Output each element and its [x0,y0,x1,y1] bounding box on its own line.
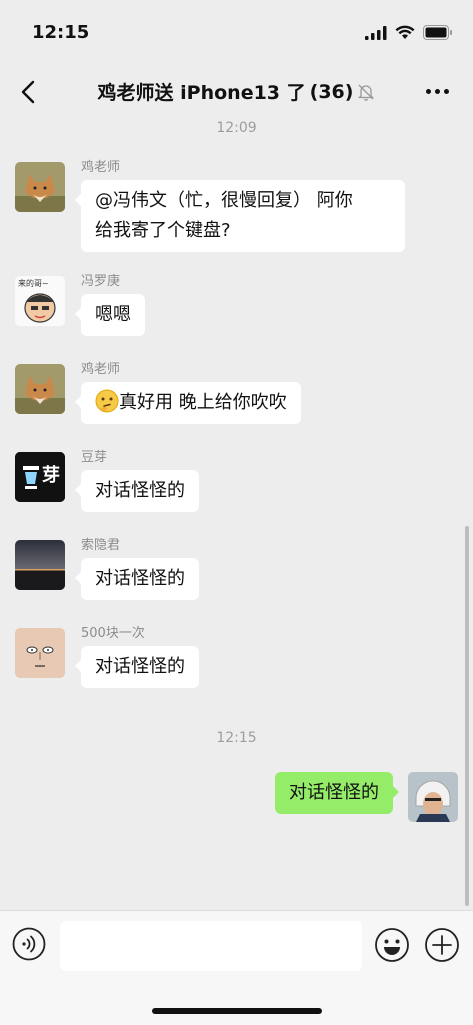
status-time: 12:15 [32,22,90,43]
avatar-douya[interactable]: 芽 [15,452,65,502]
avatar-cartoon[interactable]: 来的哥~ [15,276,65,326]
message-bubble[interactable]: @冯伟文（忙，很慢回复） 阿你 给我寄了个键盘? [75,180,405,252]
voice-icon [12,927,46,961]
back-button[interactable] [12,76,44,108]
wifi-icon [395,25,415,39]
sender-name: 豆芽 [81,450,108,465]
helmet-person-avatar-icon [408,772,458,822]
message-text: 对话怪怪的 [95,480,185,501]
sender-name: 索隐君 [81,538,121,553]
status-bar: 12:15 [0,0,473,66]
message-bubble[interactable]: 对话怪怪的 [75,558,199,600]
scrollbar[interactable] [465,526,469,906]
message-bubble[interactable]: 嗯嗯 [75,294,145,336]
message-text: 对话怪怪的 [289,782,379,803]
member-count: (36) [309,80,354,103]
message-input[interactable] [60,921,362,971]
avatar-caption: 来的哥~ [18,279,49,288]
message-bubble-self[interactable]: 对话怪怪的 [275,772,399,814]
sender-name: 鸡老师 [81,362,121,377]
message-text: @冯伟文（忙，很慢回复） 阿你 [95,190,353,211]
voice-input-button[interactable] [12,927,46,961]
message-text: 真好用 晚上给你吹吹 [119,392,287,413]
smiley-icon [375,928,409,962]
more-functions-button[interactable] [424,927,460,963]
status-icons [365,25,453,40]
home-indicator [152,1008,322,1014]
message-bubble[interactable]: 真好用 晚上给你吹吹 [75,382,301,424]
avatar-fox[interactable] [15,162,65,212]
sender-name: 鸡老师 [81,160,121,175]
message-bubble[interactable]: 对话怪怪的 [75,470,199,512]
sender-name: 冯罗庚 [81,274,121,289]
avatar-self[interactable] [408,772,458,822]
plus-circle-icon [425,928,459,962]
dot-icon [443,88,449,94]
fox-avatar-icon [15,162,65,212]
fox-avatar-icon [15,364,65,414]
emoji-button[interactable] [374,927,410,963]
mute-bell-icon [358,84,375,101]
input-bar [0,910,473,1025]
sunset-landscape-avatar-icon [15,540,65,590]
avatar-landscape[interactable] [15,540,65,590]
message-bubble[interactable]: 对话怪怪的 [75,646,199,688]
message-text: 对话怪怪的 [95,568,185,589]
nav-bar: 鸡老师送 iPhone13 了 (36) [0,66,473,116]
avatar-bald-face[interactable] [15,628,65,678]
chat-title: 鸡老师送 iPhone13 了 (36) [60,78,413,105]
avatar-fox[interactable] [15,364,65,414]
group-name: 鸡老师送 iPhone13 了 [97,82,306,104]
bald-face-avatar-icon [15,628,65,678]
more-options-button[interactable] [419,76,455,106]
timestamp: 12:09 [216,120,257,136]
timestamp: 12:15 [216,730,257,746]
message-text: 对话怪怪的 [95,656,185,677]
message-text: 给我寄了个键盘? [95,220,231,241]
chat-messages[interactable]: 12:09 鸡老师 @冯伟文（忙，很慢回复） 阿你 给我寄了个键盘? 来的哥~ … [0,116,473,910]
thinking-face-emoji-icon [95,389,119,413]
dot-icon [425,88,431,94]
signal-icon [365,25,387,40]
battery-icon [423,25,452,40]
chevron-left-icon [21,80,35,104]
sender-name: 500块一次 [81,626,145,641]
message-text: 嗯嗯 [95,304,131,325]
avatar-logo-text: 芽 [42,465,60,486]
dot-icon [434,88,440,94]
